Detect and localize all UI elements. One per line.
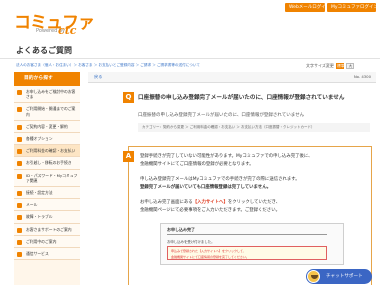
back-bar: 戻る No. 4300	[88, 72, 376, 83]
font-size-large-button[interactable]: 大	[346, 63, 355, 69]
font-size-standard-button[interactable]: 標準	[336, 63, 344, 69]
sidebar-item-moving[interactable]: お引越し・移転のお手続き	[14, 157, 80, 170]
breadcrumb[interactable]: 法人のお客さま（個人・お住まい）＞ お客さま ＞ お支払いとご登録内容 ＞ ご請…	[16, 63, 200, 68]
answer-box: A 登録手続きが完了していない可能性があります。Myコミュファでの申し込み完了後…	[123, 146, 372, 285]
sidebar-item-mail[interactable]: メール	[14, 199, 80, 212]
bullet-icon	[17, 124, 22, 130]
webmail-login-button[interactable]: Webメールログイン	[285, 3, 330, 12]
sidebar-item-services[interactable]: 通信サービス	[14, 248, 80, 261]
page-title: よくあるご質問	[16, 46, 72, 55]
bullet-icon	[17, 203, 22, 209]
bullet-icon	[17, 90, 22, 95]
answer-line: 登録手続きが完了していない可能性があります。Myコミュファでの申し込み完了後に、	[140, 154, 313, 159]
sidebar-item-setup[interactable]: 接続・設定方法	[14, 187, 80, 200]
question-badge: Q	[123, 92, 134, 103]
answer-line: 金融機関ページにて必要事項をご入力いただきます。ご登録ください。	[140, 208, 280, 213]
chat-label: チャットサポート	[326, 274, 363, 279]
input-site-link[interactable]: 【入力サイトへ】	[193, 200, 228, 205]
question-title: 口座振替の申し込み登録完了メールが届いたのに、口座情報が登録されていません	[138, 95, 345, 101]
mock-alert-line: 申込みで登録された【入力サイトへ】をクリックして、	[171, 249, 246, 253]
mock-subtitle: お申し込みを受け付けました。	[167, 240, 215, 244]
bullet-icon	[17, 173, 22, 179]
bullet-icon	[17, 252, 22, 258]
title-divider	[0, 58, 380, 59]
category-path[interactable]: カテゴリー：契約から変更 ＞ ご利用料金の確認・お支払い ＞ お支払い方法（口座…	[138, 123, 370, 132]
back-link[interactable]: 戻る	[94, 74, 102, 80]
bullet-icon	[17, 107, 22, 113]
mock-divider	[167, 234, 327, 235]
answer-line: お申し込み完了画面にある【入力サイトへ】をクリックしていただき、	[140, 200, 281, 205]
bullet-icon	[17, 137, 22, 143]
question-number: No. 4300	[353, 74, 371, 79]
chat-avatar-icon	[307, 270, 320, 283]
my-commufa-login-button[interactable]: Myコミュファログイン	[327, 3, 378, 12]
sidebar-item-support[interactable]: お客さまサポートのご案内	[14, 223, 80, 236]
sidebar-item-consider[interactable]: お申し込みをご検討中のお客さま	[14, 86, 80, 104]
bullet-icon	[17, 161, 22, 167]
mock-alert-line: 金融機関サイトにて口座情報の登録を完了してください。	[171, 255, 249, 259]
bullet-icon	[17, 215, 22, 221]
bullet-icon	[17, 149, 22, 155]
sidebar-item-usage[interactable]: ご利用中のご案内	[14, 235, 80, 249]
sidebar-item-trouble[interactable]: 故障・トラブル	[14, 211, 80, 224]
answer-badge: A	[123, 151, 134, 162]
font-size-label: 文字サイズ変更	[306, 63, 334, 68]
sidebar-item-options[interactable]: 各種オプション	[14, 133, 80, 146]
answer-line-emphasis: 登録完了メールが届いていても口座情報登録は完了していません。	[140, 185, 271, 190]
sidebar-item-contract[interactable]: ご契約内容・変更・解約	[14, 120, 80, 134]
bullet-icon	[17, 227, 22, 233]
bullet-icon	[17, 239, 22, 245]
sidebar-heading: 目的から探す	[14, 72, 80, 86]
bullet-icon	[17, 191, 22, 197]
sidebar-item-id-password[interactable]: ID・パスワード・Myコミュファ関連	[14, 169, 80, 188]
completion-screen-image: お申し込み完了 お申し込みを受け付けました。 申込みで登録された【入力サイトへ】…	[160, 223, 344, 265]
sidebar-item-start[interactable]: ご利用開始・開通までのご案内	[14, 103, 80, 121]
chat-support-button[interactable]: チャットサポート	[306, 269, 372, 284]
answer-line: 申し込み登録完了メールはMyコミュファでの手続きが完了の際に送信されます。	[140, 177, 300, 182]
logo-ctc: ctc	[58, 24, 77, 37]
question-subtitle: 口座振替の申し込み登録完了メールが届いたのに、口座情報が登録されていません	[138, 113, 305, 118]
mock-alert-box: 申込みで登録された【入力サイトへ】をクリックして、 金融機関サイトにて口座情報の…	[167, 246, 327, 260]
logo[interactable]: コミュファ Powered by ctc	[14, 8, 100, 38]
sidebar-item-billing[interactable]: ご利用料金の確認・お支払い	[14, 145, 80, 158]
sidebar: 目的から探す お申し込みをご検討中のお客さま ご利用開始・開通までのご案内 ご契…	[14, 72, 80, 285]
answer-line: 金融機関サイトにてご口座情報の登録が必要となります。	[140, 162, 254, 167]
font-size-control: 文字サイズ変更 標準 大	[306, 63, 355, 69]
main-content: 戻る No. 4300 Q 口座振替の申し込み登録完了メールが届いたのに、口座情…	[88, 72, 376, 285]
mock-title: お申し込み完了	[167, 227, 195, 232]
